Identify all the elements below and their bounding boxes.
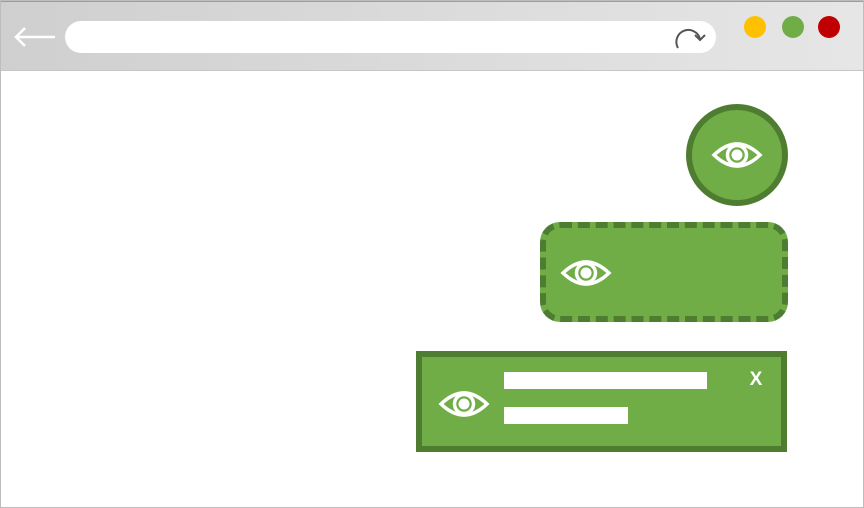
- eye-icon: [560, 260, 612, 286]
- notification-close-button[interactable]: X: [745, 368, 767, 392]
- maximize-button[interactable]: [782, 16, 804, 38]
- eye-icon: [438, 391, 490, 417]
- eye-icon-wrapper: [560, 256, 612, 295]
- notification-panel: X: [416, 351, 787, 452]
- notification-text-placeholder: [504, 407, 628, 424]
- browser-toolbar: [1, 1, 863, 71]
- url-input[interactable]: [81, 26, 665, 50]
- eye-dashed-card[interactable]: [540, 222, 788, 322]
- notification-title-placeholder: [504, 372, 707, 389]
- reload-icon: [675, 28, 706, 49]
- close-window-button[interactable]: [818, 16, 840, 38]
- browser-window: X: [0, 0, 864, 508]
- arrow-left-icon: [14, 27, 55, 47]
- back-button[interactable]: [13, 24, 57, 50]
- eye-icon: [711, 142, 763, 168]
- minimize-button[interactable]: [744, 16, 766, 38]
- address-bar[interactable]: [65, 21, 716, 53]
- reload-button[interactable]: [669, 23, 709, 53]
- eye-icon-wrapper: [438, 387, 490, 426]
- eye-circle-button[interactable]: [686, 104, 788, 206]
